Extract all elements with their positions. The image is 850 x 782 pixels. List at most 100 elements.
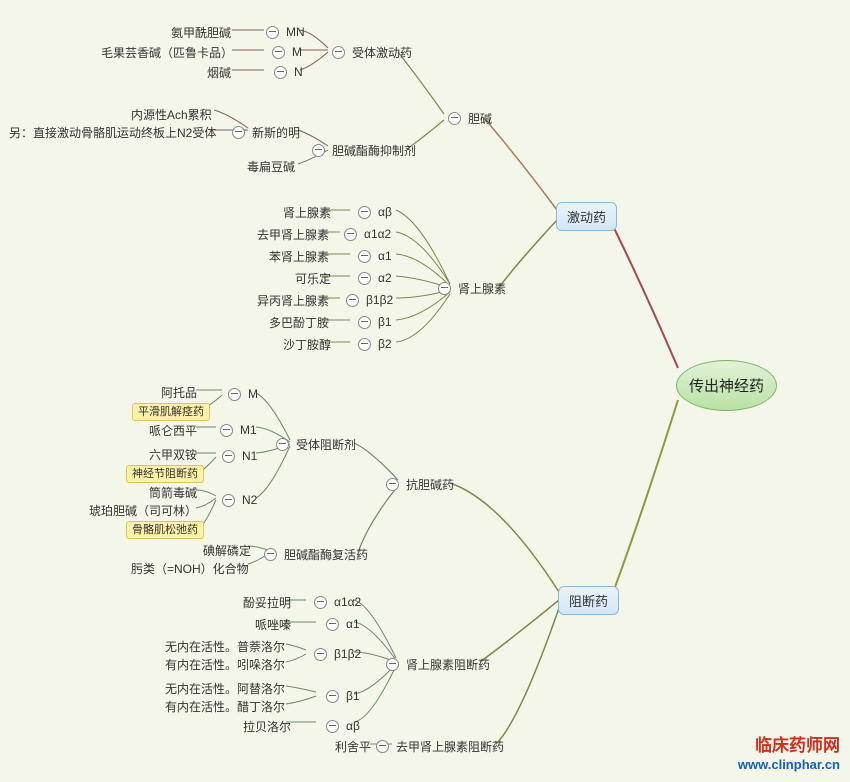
neostigmine-label: 新斯的明 — [249, 123, 303, 142]
collapse-icon[interactable] — [344, 228, 357, 241]
collapse-icon[interactable] — [358, 338, 371, 351]
adren-b1b2-d: 异丙肾上腺素 — [254, 290, 332, 310]
adren-a1[interactable]: α1 — [354, 246, 395, 266]
antagonist-node[interactable]: 阻断药 — [558, 586, 619, 615]
collapse-icon[interactable] — [314, 648, 327, 661]
ne-block-node[interactable]: 去甲肾上腺素阻断药 — [372, 736, 507, 756]
root-node[interactable]: 传出神经药 — [676, 360, 777, 411]
watermark-line1: 临床药师网 — [738, 735, 840, 757]
ache-react-b: 肟类（=NOH）化合物 — [128, 558, 252, 578]
rb-m1[interactable]: M1 — [216, 420, 260, 440]
ab-b1[interactable]: β1 — [322, 686, 363, 706]
anticholine-label: 抗胆碱药 — [403, 475, 457, 494]
rb-m-tag: 平滑肌解痉药 — [132, 402, 210, 422]
antagonist-label: 阻断药 — [569, 591, 608, 610]
agonist-label: 激动药 — [567, 207, 606, 226]
adren-ab-d-label: 肾上腺素 — [280, 203, 334, 222]
collapse-icon[interactable] — [346, 294, 359, 307]
mn-drug-node: 氨甲酰胆碱 — [168, 22, 234, 42]
collapse-icon[interactable] — [326, 690, 339, 703]
adren-b1-d-label: 多巴酚丁胺 — [266, 313, 332, 332]
adren-a2[interactable]: α2 — [354, 268, 395, 288]
collapse-icon[interactable] — [222, 494, 235, 507]
collapse-icon[interactable] — [386, 478, 399, 491]
adrenaline-node[interactable]: 肾上腺素 — [434, 278, 509, 298]
collapse-icon[interactable] — [266, 26, 279, 39]
neostigmine-node[interactable]: 新斯的明 — [228, 122, 303, 142]
ne-block-drug-label: 利舍平 — [332, 737, 374, 756]
ab-a1a2[interactable]: α1α2 — [310, 592, 364, 612]
ab-b1b2-r: β1β2 — [331, 646, 364, 662]
n-label: N — [291, 64, 306, 80]
ne-block-label: 去甲肾上腺素阻断药 — [393, 737, 507, 756]
collapse-icon[interactable] — [358, 316, 371, 329]
mn-label: MN — [283, 24, 308, 40]
adren-a1a2[interactable]: α1α2 — [340, 224, 394, 244]
collapse-icon[interactable] — [448, 112, 461, 125]
collapse-icon[interactable] — [272, 46, 285, 59]
receptor-agonist-label: 受体激动药 — [349, 43, 415, 62]
receptor-agonist-node[interactable]: 受体激动药 — [328, 42, 415, 62]
collapse-icon[interactable] — [274, 66, 287, 79]
ache-react-node[interactable]: 胆碱酯酶复活药 — [260, 544, 371, 564]
rb-m-d: 阿托品 — [158, 382, 200, 402]
n-node[interactable]: N — [270, 62, 306, 82]
ab-b1b2[interactable]: β1β2 — [310, 644, 364, 664]
mn-node[interactable]: MN — [262, 22, 308, 42]
ab-a1a2-d-label: 酚妥拉明 — [240, 593, 294, 612]
anticholine-node[interactable]: 抗胆碱药 — [382, 474, 457, 494]
receptor-blocker-node[interactable]: 受体阻断剂 — [272, 434, 359, 454]
collapse-icon[interactable] — [264, 548, 277, 561]
ab-a1a2-d: 酚妥拉明 — [240, 592, 294, 612]
collapse-icon[interactable] — [358, 272, 371, 285]
rb-m-tag-label: 平滑肌解痉药 — [132, 403, 210, 421]
collapse-icon[interactable] — [222, 450, 235, 463]
collapse-icon[interactable] — [386, 658, 399, 671]
ab-a1[interactable]: α1 — [322, 614, 363, 634]
adren-b1-d: 多巴酚丁胺 — [266, 312, 332, 332]
rb-m[interactable]: M — [224, 384, 261, 404]
neo-note-b: 另：直接激动骨骼肌运动终板上N2受体 — [6, 122, 219, 142]
adren-block-node[interactable]: 肾上腺素阻断药 — [382, 654, 493, 674]
collapse-icon[interactable] — [376, 740, 389, 753]
collapse-icon[interactable] — [326, 720, 339, 733]
watermark-line2: www.clinphar.cn — [738, 757, 840, 774]
ab-b1b2-d1: 无内在活性。普萘洛尔 — [162, 636, 288, 656]
ab-b1-d2-label: 有内在活性。醋丁洛尔 — [162, 697, 288, 716]
agonist-node[interactable]: 激动药 — [556, 202, 617, 231]
adren-ab[interactable]: αβ — [354, 202, 395, 222]
ab-ab-d-label: 拉贝洛尔 — [240, 717, 294, 736]
ab-b1-d1-label: 无内在活性。阿替洛尔 — [162, 679, 288, 698]
ab-ab-r: αβ — [343, 718, 363, 734]
collapse-icon[interactable] — [312, 144, 325, 157]
adren-block-label: 肾上腺素阻断药 — [403, 655, 493, 674]
rb-n2-r: N2 — [239, 492, 260, 508]
ab-ab[interactable]: αβ — [322, 716, 363, 736]
adren-a2-d-label: 可乐定 — [292, 269, 334, 288]
collapse-icon[interactable] — [314, 596, 327, 609]
collapse-icon[interactable] — [358, 206, 371, 219]
ab-a1a2-r: α1α2 — [331, 594, 364, 610]
ache-react-a: 碘解磷定 — [200, 540, 254, 560]
m-label: M — [289, 44, 305, 60]
collapse-icon[interactable] — [228, 388, 241, 401]
ache-inhibitor-node[interactable]: 胆碱酯酶抑制剂 — [308, 140, 419, 160]
rb-m1-d: 哌仑西平 — [146, 420, 200, 440]
rb-n2[interactable]: N2 — [218, 490, 260, 510]
collapse-icon[interactable] — [326, 618, 339, 631]
collapse-icon[interactable] — [358, 250, 371, 263]
adren-b2[interactable]: β2 — [354, 334, 395, 354]
adren-b1b2[interactable]: β1β2 — [342, 290, 396, 310]
collapse-icon[interactable] — [332, 46, 345, 59]
collapse-icon[interactable] — [276, 438, 289, 451]
mn-drug-label: 氨甲酰胆碱 — [168, 23, 234, 42]
collapse-icon[interactable] — [220, 424, 233, 437]
choline-node[interactable]: 胆碱 — [444, 108, 495, 128]
adren-a1-d-label: 苯肾上腺素 — [266, 247, 332, 266]
receptor-blocker-label: 受体阻断剂 — [293, 435, 359, 454]
adren-b1[interactable]: β1 — [354, 312, 395, 332]
m-node[interactable]: M — [268, 42, 305, 62]
collapse-icon[interactable] — [232, 126, 245, 139]
rb-n1[interactable]: N1 — [218, 446, 260, 466]
collapse-icon[interactable] — [438, 282, 451, 295]
